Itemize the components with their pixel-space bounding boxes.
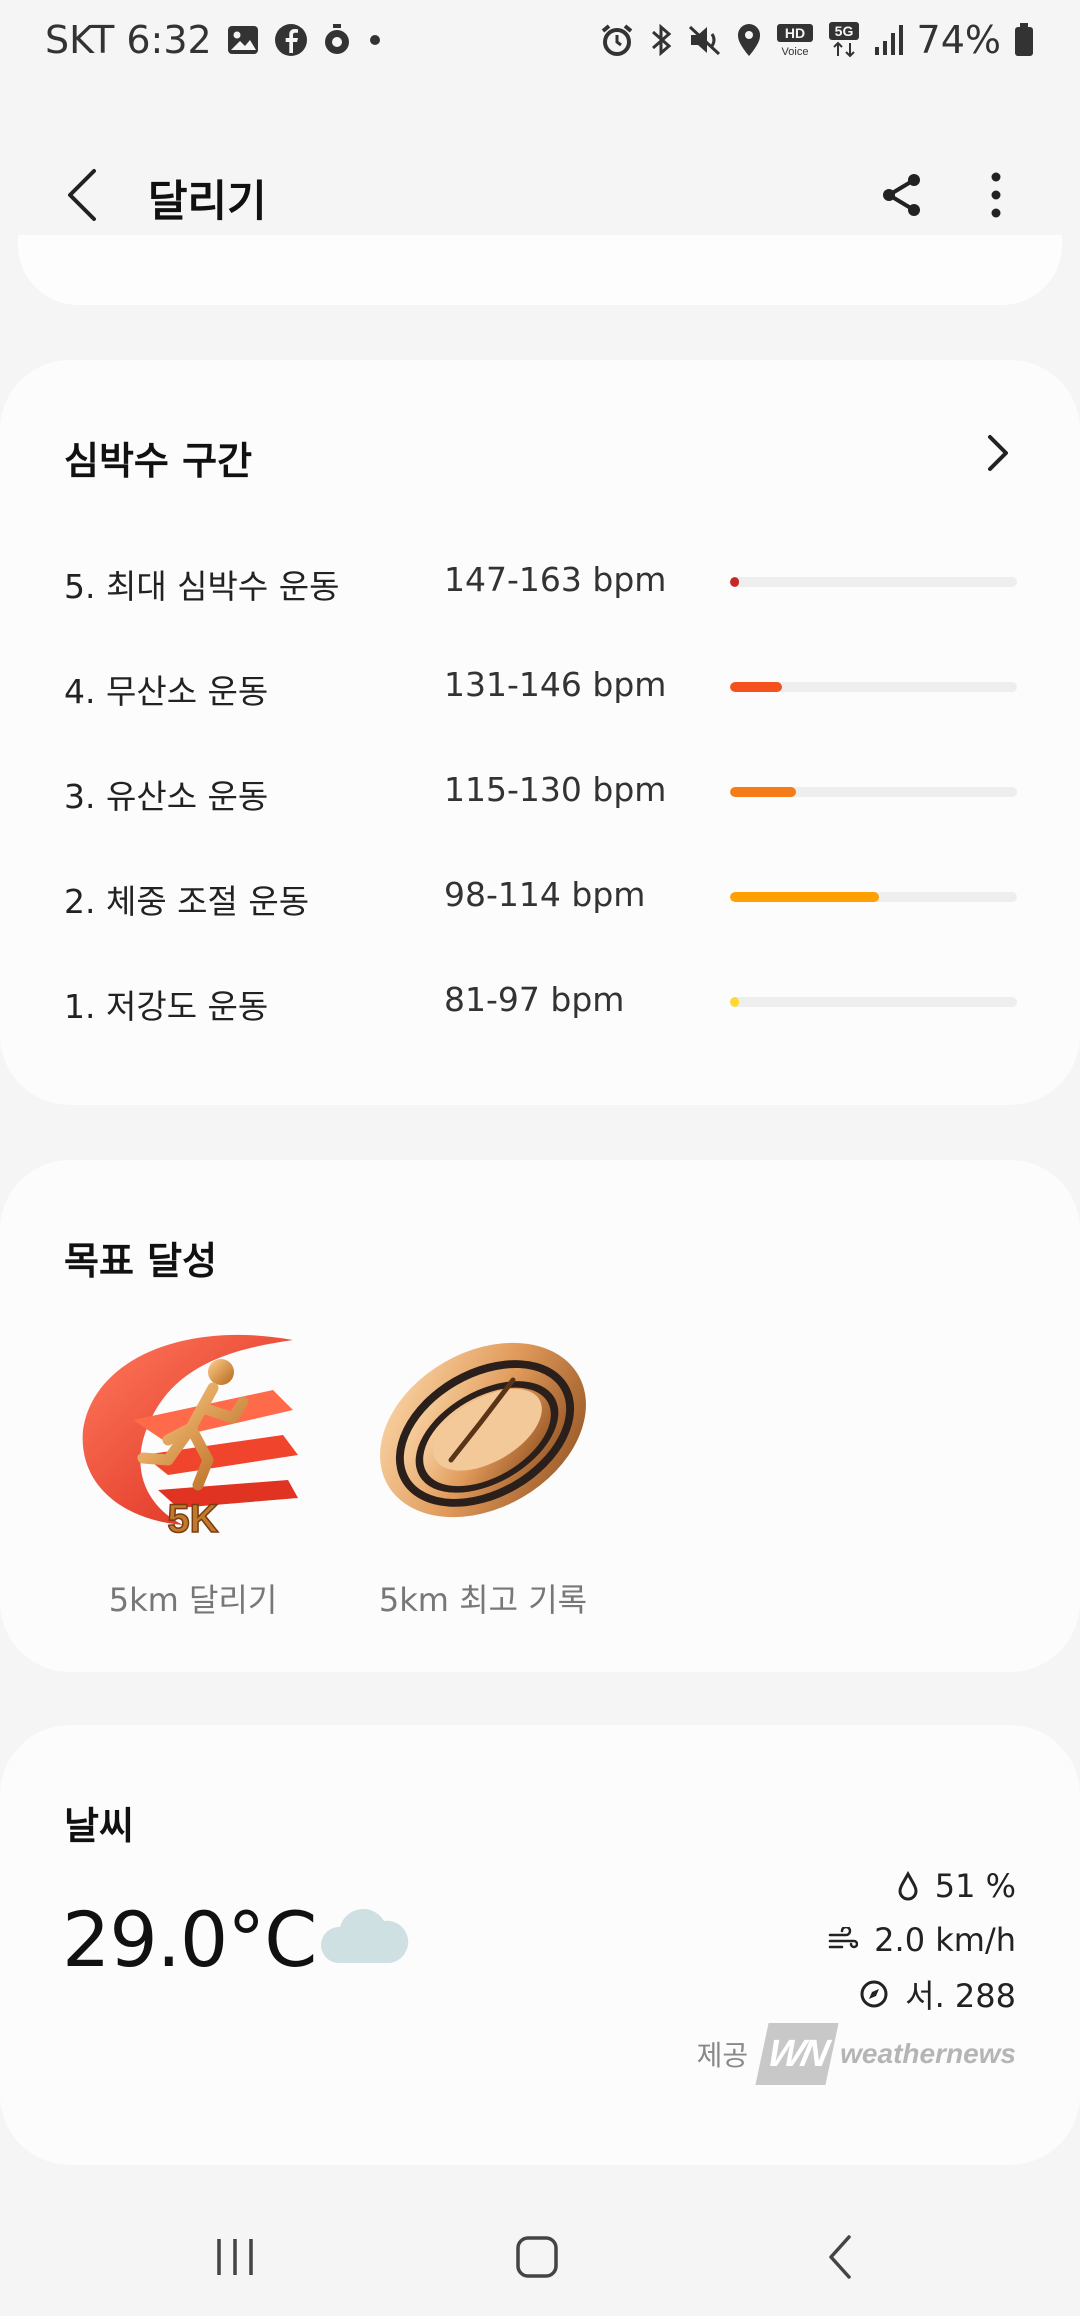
running-5k-badge-icon: 5K [73,1310,313,1550]
heart-rate-details-button[interactable] [976,428,1020,478]
home-icon [516,2236,558,2278]
zone-label: 3. 유산소 운동 [64,777,269,816]
heart-rate-zones-card[interactable]: 심박수 구간 5. 최대 심박수 운동 147-163 bpm 4. 무산소 운… [0,360,1080,1105]
svg-text:Voice: Voice [781,46,808,58]
signal-strength-icon [873,23,905,57]
humidity-drop-icon [897,1871,919,1901]
alarm-icon [599,22,635,58]
wind-speed-value: 2.0 km/h [874,1921,1016,1959]
home-button[interactable] [497,2222,577,2292]
app-bar: 달리기 [0,145,1080,245]
status-bar: SKT 6:32 HD Voice 5G 74% [0,0,1080,80]
battery-icon [1013,22,1035,58]
system-navigation-bar [0,2196,1080,2316]
zone-label: 2. 체중 조절 운동 [64,882,310,921]
hr-zone-row: 4. 무산소 운동 131-146 bpm [0,655,1080,715]
more-vertical-icon [991,172,1001,218]
zone-bar-fill [730,997,739,1007]
goal-badge-5km-run[interactable]: 5K 5km 달리기 [68,1310,318,1640]
zone-range: 147-163 bpm [444,560,667,599]
goals-title: 목표 달성 [64,1239,218,1283]
humidity-stat: 51 % [897,1863,1016,1909]
previous-card-bottom [18,235,1062,305]
recent-apps-icon [217,2239,253,2275]
zone-bar-fill [730,682,782,692]
weather-provider[interactable]: 제공 WN weathernews [697,2023,1016,2085]
5g-icon: 5G [827,21,861,59]
zone-range: 81-97 bpm [444,980,625,1019]
zone-range: 131-146 bpm [444,665,667,704]
more-options-button[interactable] [966,165,1026,225]
zone-bar-track [730,892,1017,902]
zone-bar-track [730,997,1017,1007]
goal-label: 5km 최고 기록 [378,1581,588,1619]
status-time: SKT 6:32 [45,18,212,62]
wind-direction-value: 서. 288 [905,1977,1016,2015]
gallery-notification-icon [226,23,260,57]
mute-icon [687,22,723,58]
back-button[interactable] [58,163,106,227]
svg-text:HD: HD [784,25,804,41]
provider-label: 제공 [696,2039,749,2072]
hr-zone-row: 5. 최대 심박수 운동 147-163 bpm [0,550,1080,610]
cloud-icon [318,1901,410,1967]
share-icon [883,174,920,216]
compass-icon [859,1979,889,2009]
wind-icon [828,1927,859,1953]
goal-label: 5km 달리기 [108,1581,278,1619]
zone-bar-track [730,682,1017,692]
zone-bar-track [730,577,1017,587]
zone-label: 4. 무산소 운동 [64,672,269,711]
zone-label: 5. 최대 심박수 운동 [64,567,340,606]
weathernews-logo-text: weathernews [840,2038,1016,2069]
system-back-icon [829,2235,851,2279]
temperature: 29.0°C [62,1895,317,1984]
hr-zone-row: 2. 체중 조절 운동 98-114 bpm [0,865,1080,925]
zone-bar-fill [730,787,796,797]
wind-direction-stat: 서. 288 [859,1971,1016,2017]
stopwatch-ring-badge-icon [363,1310,603,1550]
badge-5k-text: 5K [167,1497,218,1541]
zone-range: 98-114 bpm [444,875,646,914]
chevron-right-icon [988,435,1008,471]
page-title: 달리기 [148,177,267,227]
zone-label: 1. 저강도 운동 [64,987,269,1026]
hd-voice-icon: HD Voice [775,22,815,58]
wind-speed-stat: 2.0 km/h [828,1917,1016,1963]
humidity-value: 51 % [934,1867,1016,1905]
stopwatch-notification-icon [322,23,352,57]
weather-title: 날씨 [64,1804,134,1848]
zone-bar-fill [730,892,880,902]
share-button[interactable] [872,165,932,225]
heart-rate-zones-title: 심박수 구간 [64,439,253,483]
weathernews-logo-mark: WN [755,2023,839,2085]
hr-zone-row: 3. 유산소 운동 115-130 bpm [0,760,1080,820]
recent-apps-button[interactable] [195,2222,275,2292]
bluetooth-icon [647,22,675,58]
zone-bar-fill [730,577,739,587]
weather-card: 날씨 29.0°C 51 % 2.0 km/h 서. 288 제공 WN wea… [0,1725,1080,2165]
hr-zone-row: 1. 저강도 운동 81-97 bpm [0,970,1080,1030]
weathernews-logo: WN weathernews [755,2023,1016,2085]
zone-range: 115-130 bpm [444,770,667,809]
location-icon [735,22,763,58]
back-arrow-icon [68,169,96,221]
goals-achieved-card: 목표 달성 5K 5km 달리기 5km 최고 기록 [0,1160,1080,1672]
system-back-button[interactable] [800,2222,880,2292]
goal-badge-5km-best-record[interactable]: 5km 최고 기록 [358,1310,608,1640]
facebook-notification-icon [274,23,308,57]
svg-text:5G: 5G [834,23,853,39]
more-notifications-dot-icon [366,31,384,49]
battery-percent: 74% [916,18,1001,62]
zone-bar-track [730,787,1017,797]
